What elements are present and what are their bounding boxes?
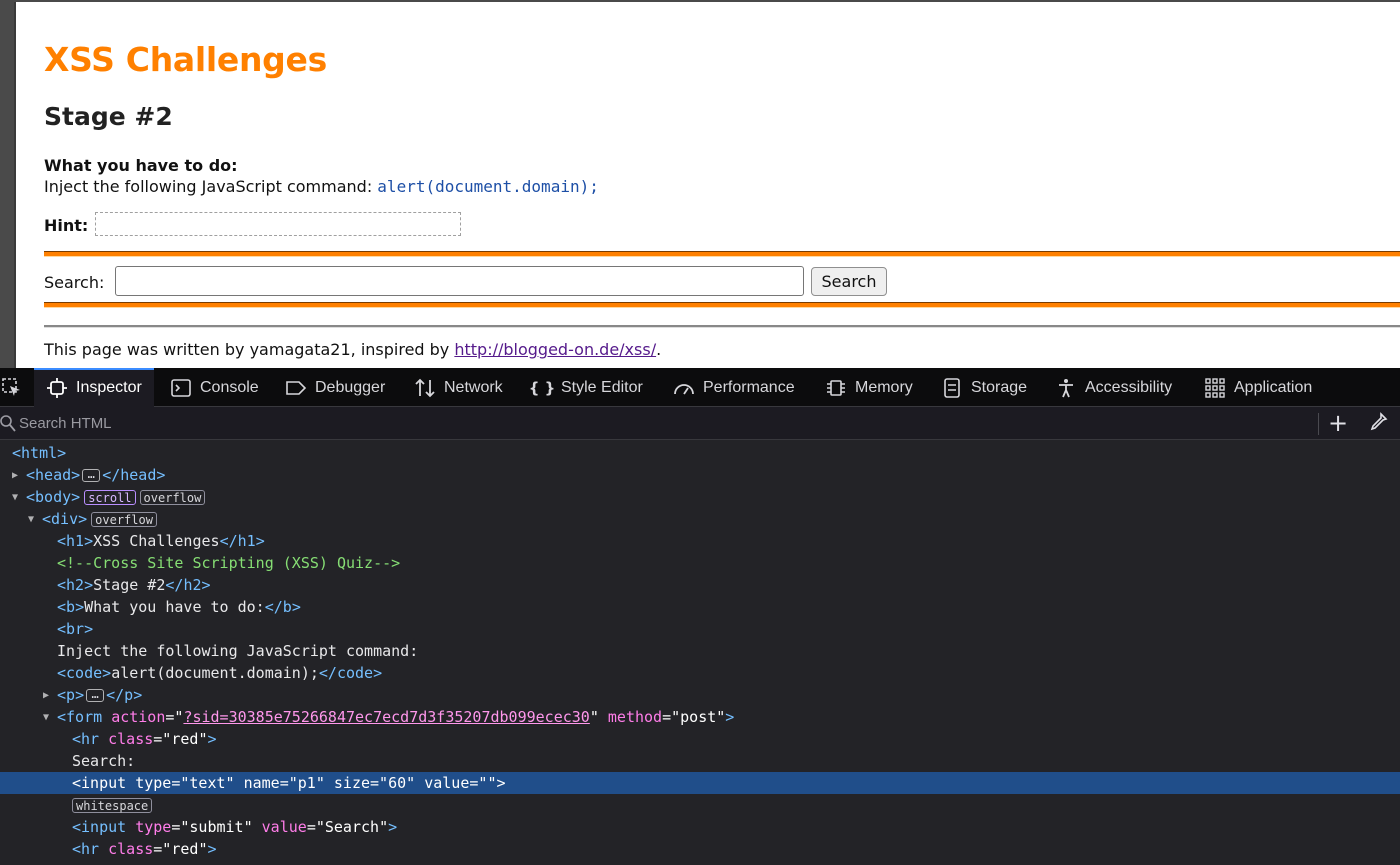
tab-performance[interactable]: Performance [673, 368, 795, 407]
overflow-badge[interactable]: overflow [139, 490, 206, 505]
tab-accessibility[interactable]: Accessibility [1055, 368, 1172, 407]
page-title: XSS Challenges [44, 40, 327, 79]
performance-icon [673, 377, 695, 399]
collapse-arrow-icon[interactable]: ▼ [43, 707, 53, 729]
devtools-tabbar: Inspector Console Debugger Network { } St… [0, 368, 1400, 407]
tree-node-hr[interactable]: <hr class="red"> [0, 728, 1400, 750]
stage-title: Stage #2 [44, 102, 173, 131]
expand-arrow-icon[interactable]: ▶ [43, 685, 53, 707]
debugger-icon [285, 377, 307, 399]
element-picker-button[interactable] [0, 368, 32, 407]
tree-node-whitespace[interactable]: whitespace [0, 794, 1400, 816]
tab-storage[interactable]: Storage [941, 368, 1027, 407]
browser-content-frame: XSS Challenges Stage #2 What you have to… [0, 0, 1400, 368]
tab-label: Style Editor [561, 378, 643, 396]
tab-label: Debugger [315, 378, 386, 396]
network-icon [414, 377, 436, 399]
scroll-badge[interactable]: scroll [84, 490, 136, 505]
tree-node-head[interactable]: ▶ <head>… </head> [0, 464, 1400, 486]
application-icon [1204, 377, 1226, 399]
collapsed-content-icon[interactable]: … [82, 468, 101, 482]
eyedropper-icon[interactable] [1368, 412, 1388, 437]
memory-icon [825, 377, 847, 399]
tree-node-comment[interactable]: <!--Cross Site Scripting (XSS) Quiz--> [0, 552, 1400, 574]
tree-node-code[interactable]: <code>alert(document.domain);</code> [0, 662, 1400, 684]
todo-label: What you have to do: [44, 156, 238, 175]
tree-node-html[interactable]: <html> [0, 442, 1400, 464]
tab-application[interactable]: Application [1204, 368, 1312, 407]
tree-node-h1[interactable]: <h1>XSS Challenges</h1> [0, 530, 1400, 552]
tab-memory[interactable]: Memory [825, 368, 913, 407]
hint-label: Hint: [44, 216, 89, 235]
hint-box[interactable] [95, 212, 461, 236]
footer-text: This page was written by yamagata21, ins… [44, 340, 455, 359]
webpage: XSS Challenges Stage #2 What you have to… [14, 2, 1400, 368]
tree-node-text[interactable]: Search: [0, 750, 1400, 772]
search-html-bar: Search HTML + [0, 407, 1400, 440]
tab-label: Console [200, 378, 259, 396]
whitespace-badge[interactable]: whitespace [72, 798, 153, 813]
tab-style-editor[interactable]: { } Style Editor [528, 368, 643, 407]
tab-label: Accessibility [1085, 378, 1173, 396]
tab-console[interactable]: Console [170, 368, 259, 407]
tree-node-hr[interactable]: <hr class="red"> [0, 838, 1400, 860]
search-button[interactable]: Search [811, 267, 887, 296]
inspector-icon [46, 377, 68, 399]
tree-node-form[interactable]: ▼ <form action="?sid=30385e75266847ec7ecd… [0, 706, 1400, 728]
tree-node-input-selected[interactable]: <input type="text" name="p1" size="60" v… [0, 772, 1400, 794]
search-icon [0, 414, 16, 436]
collapse-arrow-icon[interactable]: ▼ [28, 509, 38, 531]
tree-node-p[interactable]: ▶ <p>… </p> [0, 684, 1400, 706]
tree-node-text[interactable]: Inject the following JavaScript command: [0, 640, 1400, 662]
tab-label: Memory [855, 378, 913, 396]
search-input[interactable] [115, 266, 804, 296]
search-html-input[interactable]: Search HTML [19, 415, 112, 432]
tree-node-br[interactable]: <br> [0, 618, 1400, 640]
orange-divider-bottom [44, 302, 1400, 308]
tab-label: Inspector [76, 378, 142, 396]
tab-debugger[interactable]: Debugger [285, 368, 385, 407]
tree-node-b[interactable]: <b>What you have to do:</b> [0, 596, 1400, 618]
console-icon [170, 377, 192, 399]
tab-label: Application [1234, 378, 1313, 396]
devtools-panel: Inspector Console Debugger Network { } St… [0, 368, 1400, 865]
expand-arrow-icon[interactable]: ▶ [12, 465, 22, 487]
tree-node-h2[interactable]: <h2>Stage #2</h2> [0, 574, 1400, 596]
accessibility-icon [1055, 377, 1077, 399]
tree-node-body[interactable]: ▼ <body> scroll overflow [0, 486, 1400, 508]
footer: This page was written by yamagata21, ins… [44, 340, 661, 359]
inject-text: Inject the following JavaScript command: [44, 177, 378, 196]
add-node-icon[interactable]: + [1328, 409, 1348, 437]
inject-code: alert(document.domain); [377, 177, 599, 196]
tree-node-div[interactable]: ▼ <div> overflow [0, 508, 1400, 530]
overflow-badge[interactable]: overflow [91, 512, 157, 527]
toolbar-separator [1318, 413, 1319, 435]
gray-divider [44, 325, 1400, 328]
footer-link[interactable]: http://blogged-on.de/xss/ [454, 340, 656, 359]
collapse-arrow-icon[interactable]: ▼ [12, 487, 22, 509]
tab-label: Network [444, 378, 503, 396]
tab-label: Performance [703, 378, 795, 396]
orange-divider-top [44, 251, 1400, 257]
footer-end: . [656, 340, 662, 359]
tab-network[interactable]: Network [414, 368, 503, 407]
tree-node-input-submit[interactable]: <input type="submit" value="Search"> [0, 816, 1400, 838]
markup-tree: <html> ▶ <head>… </head> ▼ <body> scroll over… [0, 440, 1400, 865]
collapsed-content-icon[interactable]: … [86, 688, 105, 702]
form-action-link[interactable]: ?sid=30385e75266847ec7ecd7d3f35207db099e… [183, 708, 589, 726]
inject-instruction: Inject the following JavaScript command:… [44, 177, 599, 196]
storage-icon [941, 377, 963, 399]
element-picker-icon [1, 377, 23, 399]
search-label: Search: [44, 273, 105, 292]
tab-inspector[interactable]: Inspector [34, 368, 154, 407]
tab-label: Storage [971, 378, 1028, 396]
style-editor-icon: { } [528, 378, 556, 397]
